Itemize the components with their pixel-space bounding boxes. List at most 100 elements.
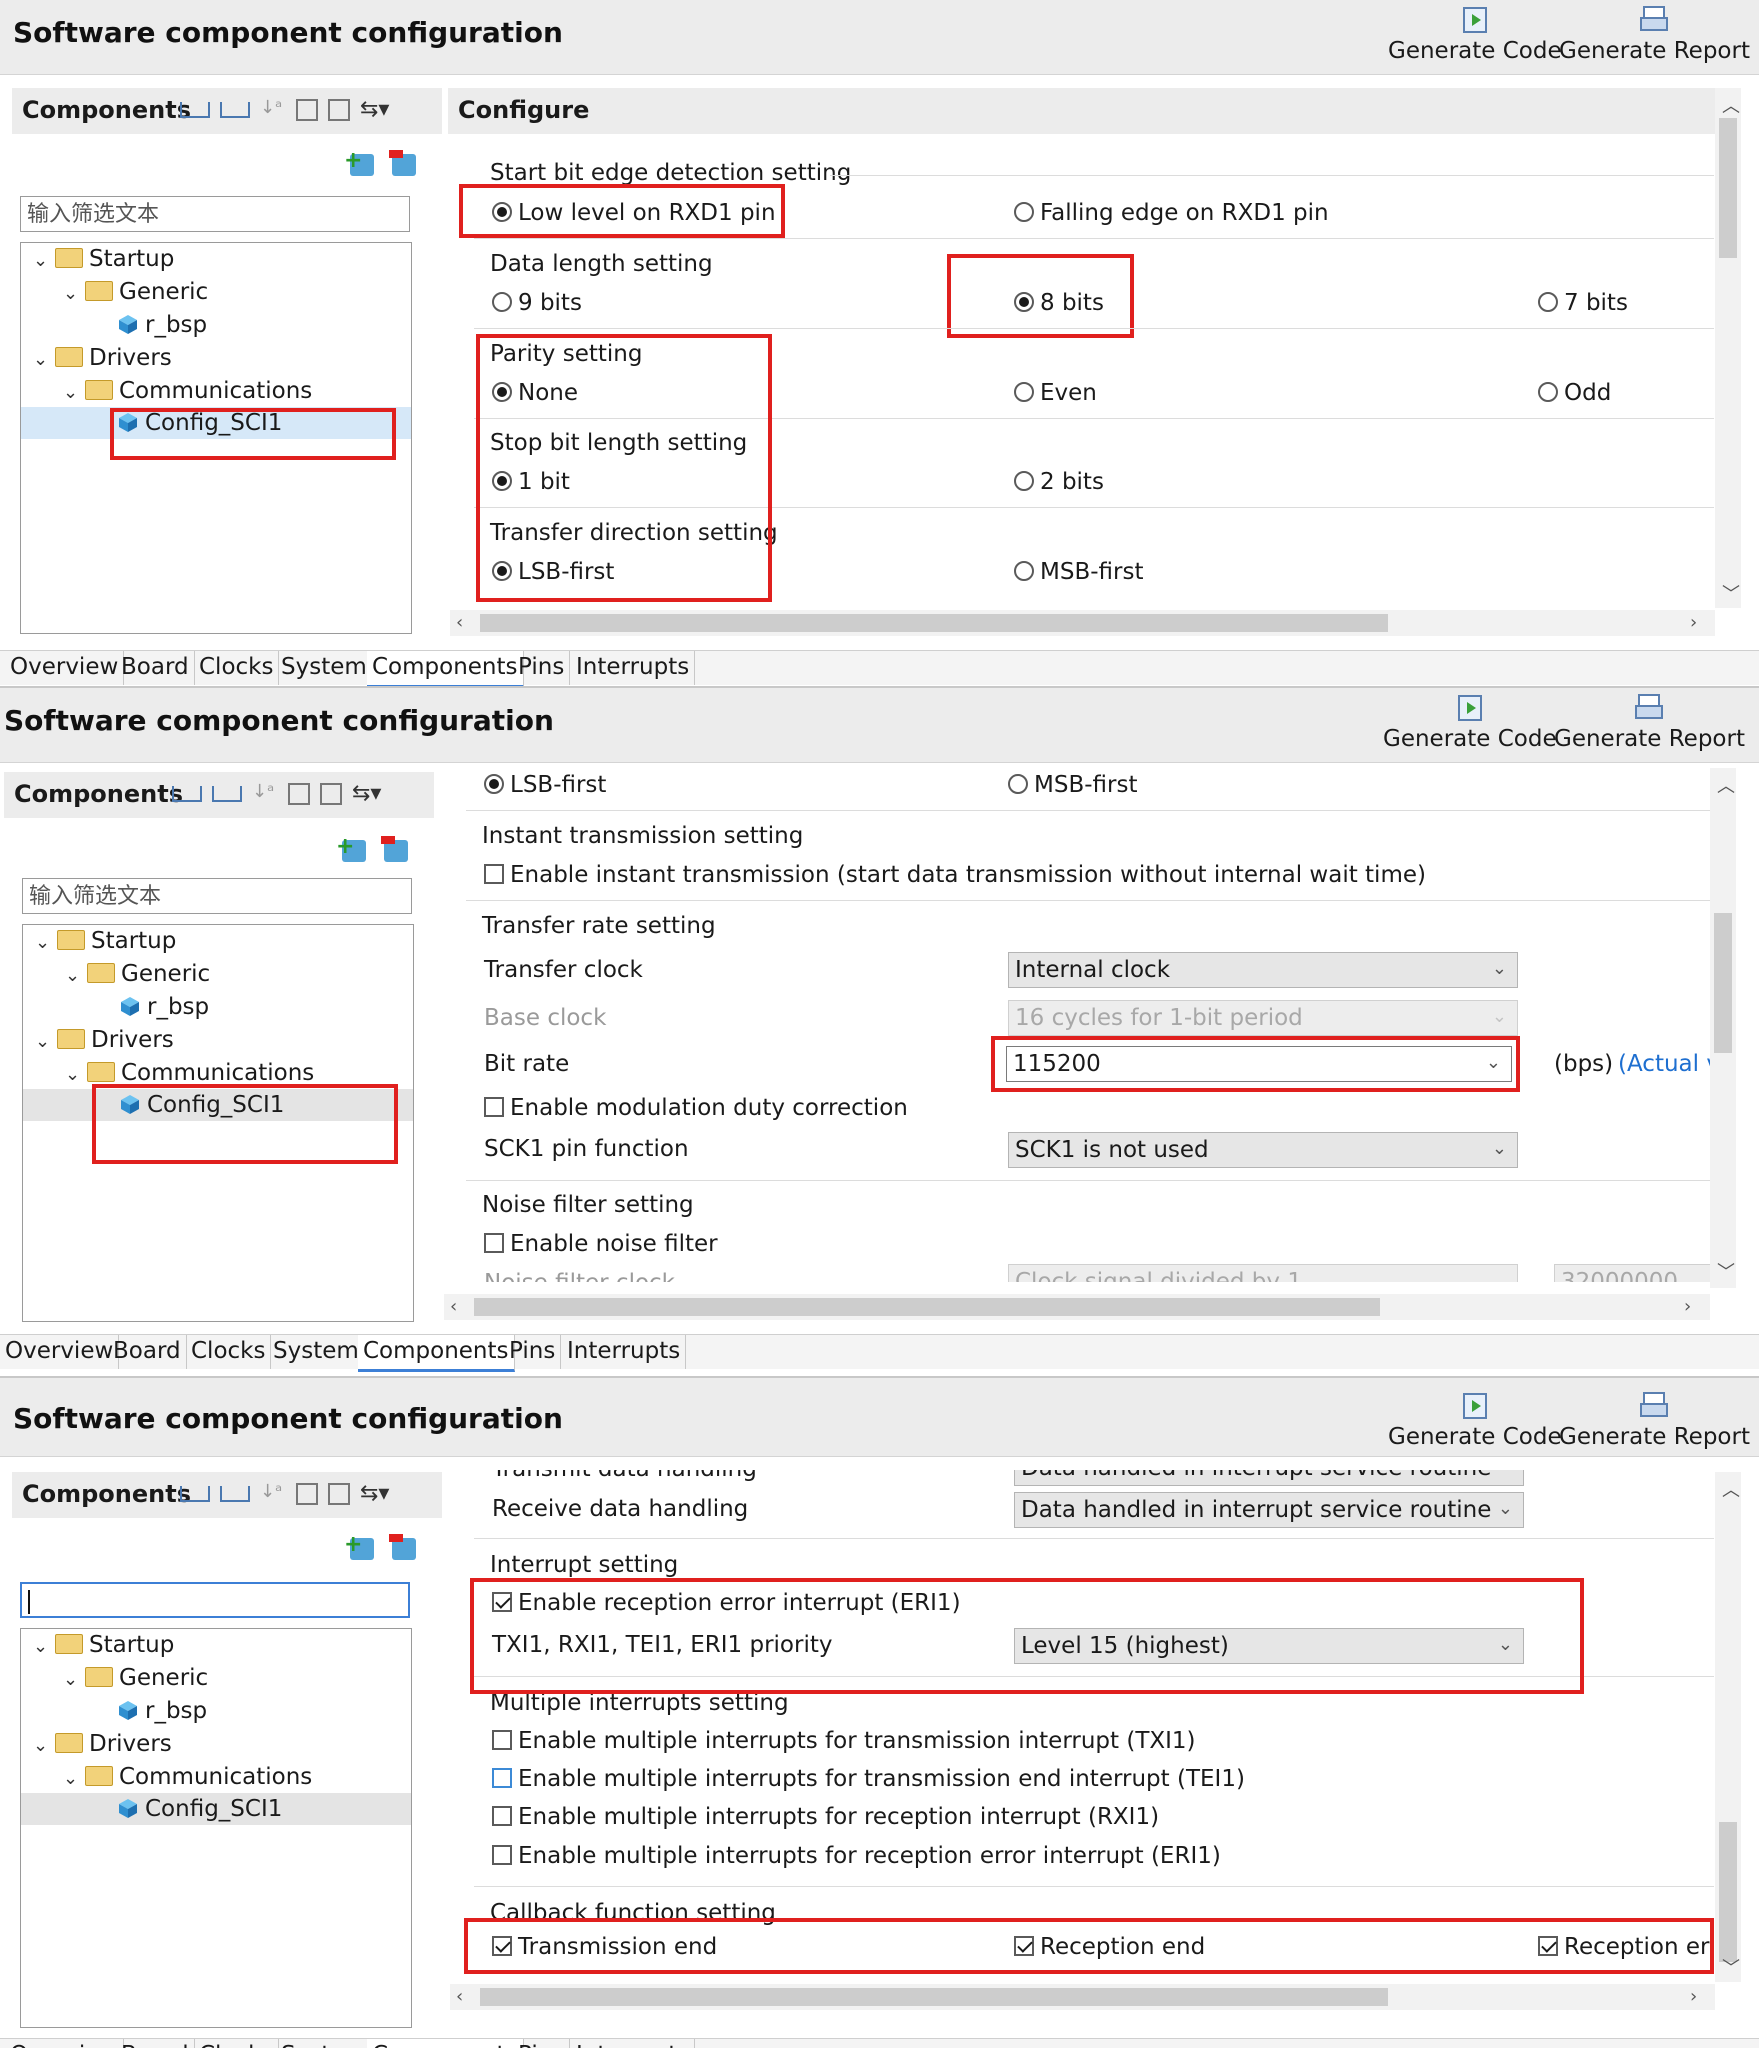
export-icon[interactable]	[220, 1486, 250, 1502]
tree-node-config-sci1[interactable]: Config_SCI1	[117, 1793, 282, 1825]
vertical-scrollbar[interactable]	[1715, 1472, 1741, 1982]
export-icon[interactable]	[220, 102, 250, 118]
noise-filter-checkbox[interactable]: Enable noise filter	[484, 1229, 718, 1259]
tree-node-generic[interactable]: ⌄ Generic	[63, 276, 208, 308]
generate-report-button[interactable]: Generate Report	[1554, 692, 1745, 752]
expand-all-icon[interactable]	[320, 783, 342, 805]
actual-value-link[interactable]: (Actual v	[1618, 1049, 1710, 1079]
multi-eri1-checkbox[interactable]: Enable multiple interrupts for reception…	[492, 1841, 1221, 1871]
radio-7-bits[interactable]: 7 bits	[1538, 288, 1628, 318]
tab-components[interactable]: Components	[367, 2039, 524, 2048]
multi-rxi1-checkbox[interactable]: Enable multiple interrupts for reception…	[492, 1802, 1159, 1832]
scroll-thumb[interactable]	[474, 1298, 1380, 1316]
import-icon[interactable]	[172, 786, 202, 802]
sck1-select[interactable]: SCK1 is not used ⌄	[1008, 1132, 1518, 1168]
tree-node-generic[interactable]: ⌄ Generic	[63, 1662, 208, 1694]
scroll-down-icon[interactable]: ﹀	[1722, 1954, 1740, 1980]
transfer-clock-select[interactable]: Internal clock ⌄	[1008, 952, 1518, 988]
generate-report-button[interactable]: Generate Report	[1559, 4, 1750, 64]
horizontal-scrollbar[interactable]	[450, 610, 1715, 636]
transmit-data-select[interactable]: Data handled in interrupt service routin…	[1014, 1470, 1524, 1486]
tab-overview[interactable]: Overview	[5, 651, 125, 685]
tab-pins[interactable]: Pins	[504, 1335, 562, 1369]
multi-txi1-checkbox[interactable]: Enable multiple interrupts for transmiss…	[492, 1726, 1196, 1756]
generate-code-button[interactable]: Generate Code	[1388, 4, 1562, 64]
generate-code-button[interactable]: Generate Code	[1383, 692, 1557, 752]
tree-node-drivers[interactable]: ⌄ Drivers	[35, 1024, 174, 1056]
radio-odd[interactable]: Odd	[1538, 378, 1611, 408]
scroll-thumb[interactable]	[1719, 1822, 1737, 1962]
tab-components[interactable]: Components	[367, 651, 524, 686]
filter-input[interactable]	[20, 1582, 410, 1618]
tree-node-r-bsp[interactable]: r_bsp	[117, 309, 207, 341]
collapse-all-icon[interactable]	[288, 783, 310, 805]
import-icon[interactable]	[180, 1486, 210, 1502]
vertical-scrollbar[interactable]	[1710, 768, 1736, 1288]
tab-overview[interactable]: Overview	[0, 1335, 120, 1369]
tab-system[interactable]: System	[268, 1335, 365, 1369]
tab-clocks[interactable]: Clocks	[194, 651, 280, 685]
add-component-icon[interactable]: +	[336, 834, 366, 862]
add-component-icon[interactable]: +	[344, 148, 374, 176]
tab-system[interactable]: System	[276, 651, 373, 685]
tab-pins[interactable]: Pins	[513, 651, 571, 685]
scroll-thumb[interactable]	[480, 1988, 1388, 2006]
export-icon[interactable]	[212, 786, 242, 802]
instant-transmission-checkbox[interactable]: Enable instant transmission (start data …	[484, 860, 1426, 890]
receive-data-select[interactable]: Data handled in interrupt service routin…	[1014, 1492, 1524, 1528]
radio-9-bits[interactable]: 9 bits	[492, 288, 582, 318]
tree-node-drivers[interactable]: ⌄ Drivers	[33, 342, 172, 374]
horizontal-scrollbar[interactable]	[444, 1294, 1710, 1320]
scroll-thumb[interactable]	[480, 614, 1388, 632]
tree-node-startup[interactable]: ⌄ Startup	[33, 243, 174, 275]
scroll-up-icon[interactable]: ︿	[1722, 92, 1740, 118]
add-component-icon[interactable]: +	[344, 1532, 374, 1560]
scroll-left-icon[interactable]: ‹	[456, 612, 463, 633]
remove-component-icon[interactable]	[381, 836, 408, 862]
scroll-left-icon[interactable]: ‹	[456, 1986, 463, 2007]
tree-node-startup[interactable]: ⌄ Startup	[33, 1629, 174, 1661]
filter-input[interactable]: 输入筛选文本	[20, 196, 410, 232]
multi-tei1-checkbox[interactable]: Enable multiple interrupts for transmiss…	[492, 1764, 1245, 1794]
scroll-right-icon[interactable]: ›	[1684, 1296, 1691, 1317]
tab-pins[interactable]: Pins	[513, 2039, 571, 2048]
scroll-down-icon[interactable]: ﹀	[1717, 1258, 1735, 1284]
scroll-thumb[interactable]	[1714, 913, 1732, 1053]
scroll-up-icon[interactable]: ︿	[1722, 1476, 1740, 1502]
scroll-right-icon[interactable]: ›	[1690, 1986, 1697, 2007]
vertical-scrollbar[interactable]	[1715, 88, 1741, 608]
modulation-checkbox[interactable]: Enable modulation duty correction	[484, 1093, 908, 1123]
tab-board[interactable]: Board	[116, 2039, 195, 2048]
collapse-all-icon[interactable]	[296, 99, 318, 121]
tab-overview[interactable]: Overview	[5, 2039, 125, 2048]
link-icon[interactable]: ⇆▾	[360, 97, 389, 123]
link-icon[interactable]: ⇆▾	[352, 781, 381, 807]
radio-lsb-first[interactable]: LSB-first	[484, 770, 606, 800]
generate-report-button[interactable]: Generate Report	[1559, 1390, 1750, 1450]
scroll-down-icon[interactable]: ﹀	[1722, 580, 1740, 606]
expand-all-icon[interactable]	[328, 99, 350, 121]
remove-component-icon[interactable]	[389, 1534, 416, 1560]
tree-node-drivers[interactable]: ⌄ Drivers	[33, 1728, 172, 1760]
radio-msb-first[interactable]: MSB-first	[1014, 557, 1143, 587]
tab-interrupts[interactable]: Interrupts	[571, 651, 696, 685]
radio-msb-first[interactable]: MSB-first	[1008, 770, 1137, 800]
generate-code-button[interactable]: Generate Code	[1388, 1390, 1562, 1450]
scroll-thumb[interactable]	[1719, 118, 1737, 258]
tree-node-communications[interactable]: ⌄ Communications	[63, 1761, 312, 1793]
tab-system[interactable]: System	[276, 2039, 373, 2048]
radio-even[interactable]: Even	[1014, 378, 1097, 408]
remove-component-icon[interactable]	[389, 150, 416, 176]
tab-board[interactable]: Board	[116, 651, 195, 685]
filter-input[interactable]: 输入筛选文本	[22, 878, 412, 914]
tree-node-r-bsp[interactable]: r_bsp	[119, 991, 209, 1023]
radio-2-bits[interactable]: 2 bits	[1014, 467, 1104, 497]
radio-falling-edge[interactable]: Falling edge on RXD1 pin	[1014, 198, 1329, 228]
tab-components[interactable]: Components	[358, 1335, 515, 1372]
tree-node-startup[interactable]: ⌄ Startup	[35, 925, 176, 957]
tab-interrupts[interactable]: Interrupts	[562, 1335, 687, 1369]
sort-icon[interactable]: ↓ᵃ	[260, 97, 286, 123]
sort-icon[interactable]: ↓ᵃ	[260, 1481, 286, 1507]
tab-clocks[interactable]: Clocks	[186, 1335, 272, 1369]
tab-interrupts[interactable]: Interrupts	[571, 2039, 696, 2048]
